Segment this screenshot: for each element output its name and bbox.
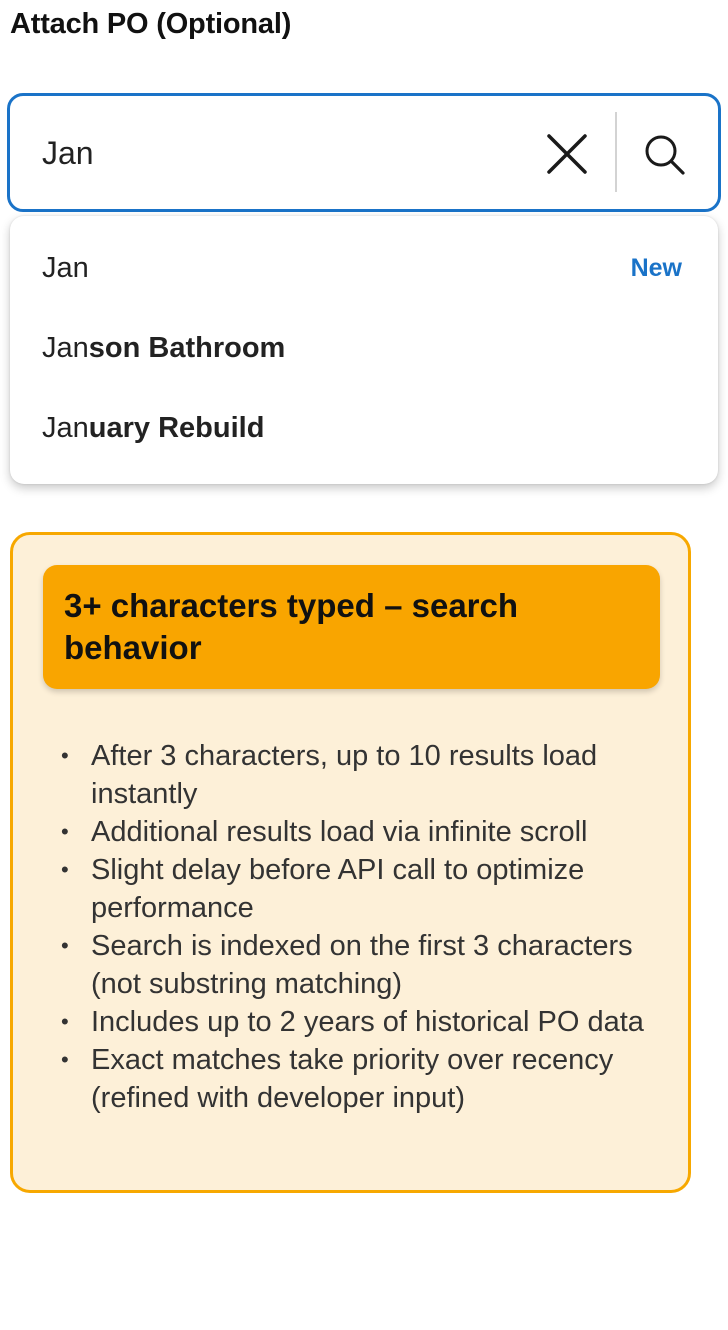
list-item: Additional results load via infinite scr… [61, 813, 671, 851]
dropdown-item-label: January Rebuild [42, 412, 265, 444]
list-item: After 3 characters, up to 10 results loa… [61, 737, 671, 813]
new-badge: New [630, 254, 682, 282]
annotation-bullet-list: After 3 characters, up to 10 results loa… [61, 737, 671, 1117]
dropdown-item-label: Janson Bathroom [42, 332, 286, 364]
field-label: Attach PO (Optional) [10, 8, 292, 40]
list-item: Includes up to 2 years of historical PO … [61, 1003, 671, 1041]
po-search-input[interactable] [42, 124, 522, 182]
dropdown-item[interactable]: Janson Bathroom [10, 310, 718, 390]
dropdown-item-label: Jan [42, 252, 89, 284]
list-item: Search is indexed on the first 3 charact… [61, 927, 671, 1003]
search-results-dropdown: Jan New Janson Bathroom January Rebuild [10, 216, 718, 484]
close-icon[interactable] [543, 130, 591, 178]
dropdown-item-new[interactable]: Jan New [10, 230, 718, 310]
list-item: Slight delay before API call to optimize… [61, 851, 671, 927]
list-item: Exact matches take priority over recency… [61, 1041, 671, 1117]
search-icon[interactable] [641, 132, 689, 180]
annotation-card: 3+ characters typed – search behavior Af… [10, 532, 691, 1193]
search-divider [615, 112, 617, 192]
po-search-box[interactable] [7, 93, 721, 212]
dropdown-item[interactable]: January Rebuild [10, 390, 718, 470]
annotation-title: 3+ characters typed – search behavior [43, 565, 660, 689]
